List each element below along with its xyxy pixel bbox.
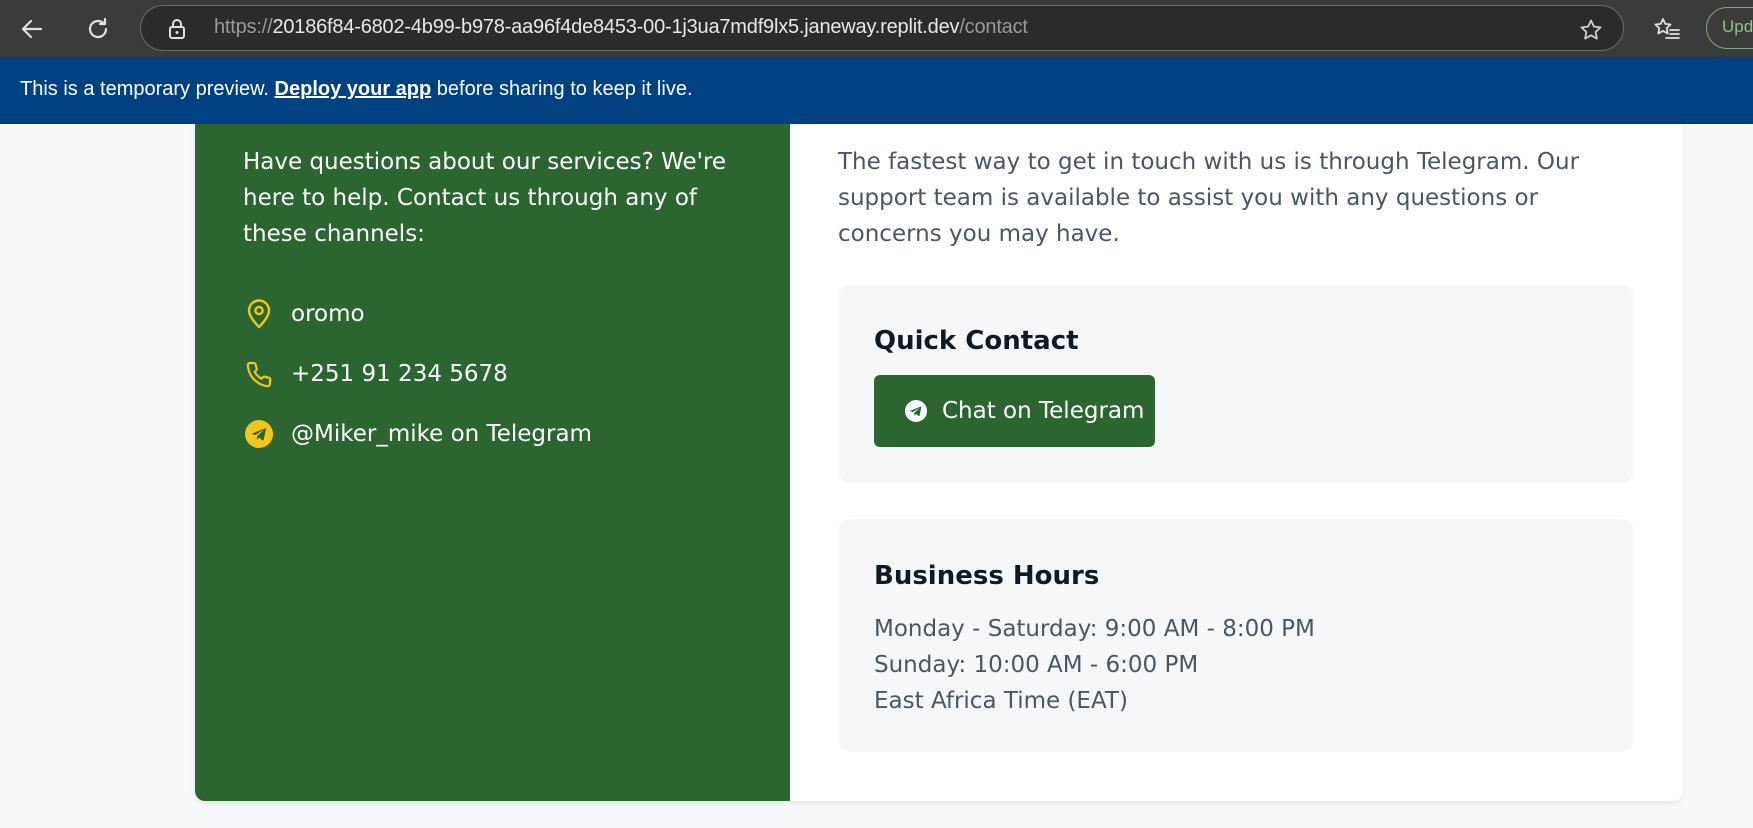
hours-line-weekdays: Monday - Saturday: 9:00 AM - 8:00 PM (874, 616, 1315, 642)
contact-card: Have questions about our services? We're… (195, 124, 1683, 801)
contact-item-telegram: @Miker_mike on Telegram (243, 418, 592, 450)
chat-on-telegram-label: Chat on Telegram (942, 398, 1145, 424)
preview-banner: This is a temporary preview. Deploy your… (0, 57, 1753, 124)
hours-line-sunday: Sunday: 10:00 AM - 6:00 PM (874, 652, 1199, 678)
phone-text: +251 91 234 5678 (291, 361, 508, 387)
reload-button[interactable] (78, 9, 118, 49)
hours-line-timezone: East Africa Time (EAT) (874, 688, 1128, 714)
reload-icon (88, 17, 108, 39)
deploy-app-link[interactable]: Deploy your app (275, 78, 432, 100)
contact-intro: Have questions about our services? We're… (243, 149, 727, 247)
map-pin-icon (243, 298, 275, 330)
address-bar[interactable]: https://20186f84-6802-4b99-b978-aa96f4de… (140, 5, 1624, 51)
banner-suffix: before sharing to keep it live. (431, 78, 693, 100)
url-path: /contact (959, 16, 1028, 38)
url-host: 20186f84-6802-4b99-b978-aa96f4de8453-00-… (272, 16, 960, 38)
business-hours-lines: Monday - Saturday: 9:00 AM - 8:00 PM Sun… (874, 611, 1315, 719)
lock-icon (167, 18, 187, 44)
address-url: https://20186f84-6802-4b99-b978-aa96f4de… (214, 16, 1028, 39)
back-icon (21, 19, 43, 39)
chat-on-telegram-button[interactable]: Chat on Telegram (874, 375, 1155, 447)
business-hours-panel: Business Hours Monday - Saturday: 9:00 A… (838, 519, 1634, 752)
favorites-icon (1654, 18, 1680, 39)
star-icon[interactable] (1579, 18, 1603, 46)
update-button[interactable]: Upd (1706, 7, 1753, 49)
contact-item-phone: +251 91 234 5678 (243, 358, 508, 390)
banner-prefix: This is a temporary preview. (20, 78, 275, 100)
browser-toolbar: https://20186f84-6802-4b99-b978-aa96f4de… (0, 0, 1753, 57)
url-scheme: https:// (214, 16, 273, 38)
support-panel: The fastest way to get in touch with us … (790, 124, 1683, 801)
telegram-text: @Miker_mike on Telegram (291, 421, 592, 447)
phone-icon (243, 358, 275, 390)
telegram-icon (905, 400, 927, 422)
favorites-button[interactable] (1647, 9, 1687, 49)
support-lead: The fastest way to get in touch with us … (838, 149, 1580, 247)
contact-info-panel: Have questions about our services? We're… (195, 124, 790, 801)
location-text: oromo (291, 301, 365, 327)
quick-contact-panel: Quick Contact Chat on Telegram (838, 285, 1634, 483)
back-button[interactable] (12, 9, 52, 49)
telegram-icon (243, 418, 275, 450)
business-hours-title: Business Hours (874, 561, 1100, 591)
quick-contact-title: Quick Contact (874, 326, 1079, 356)
contact-item-location: oromo (243, 298, 365, 330)
